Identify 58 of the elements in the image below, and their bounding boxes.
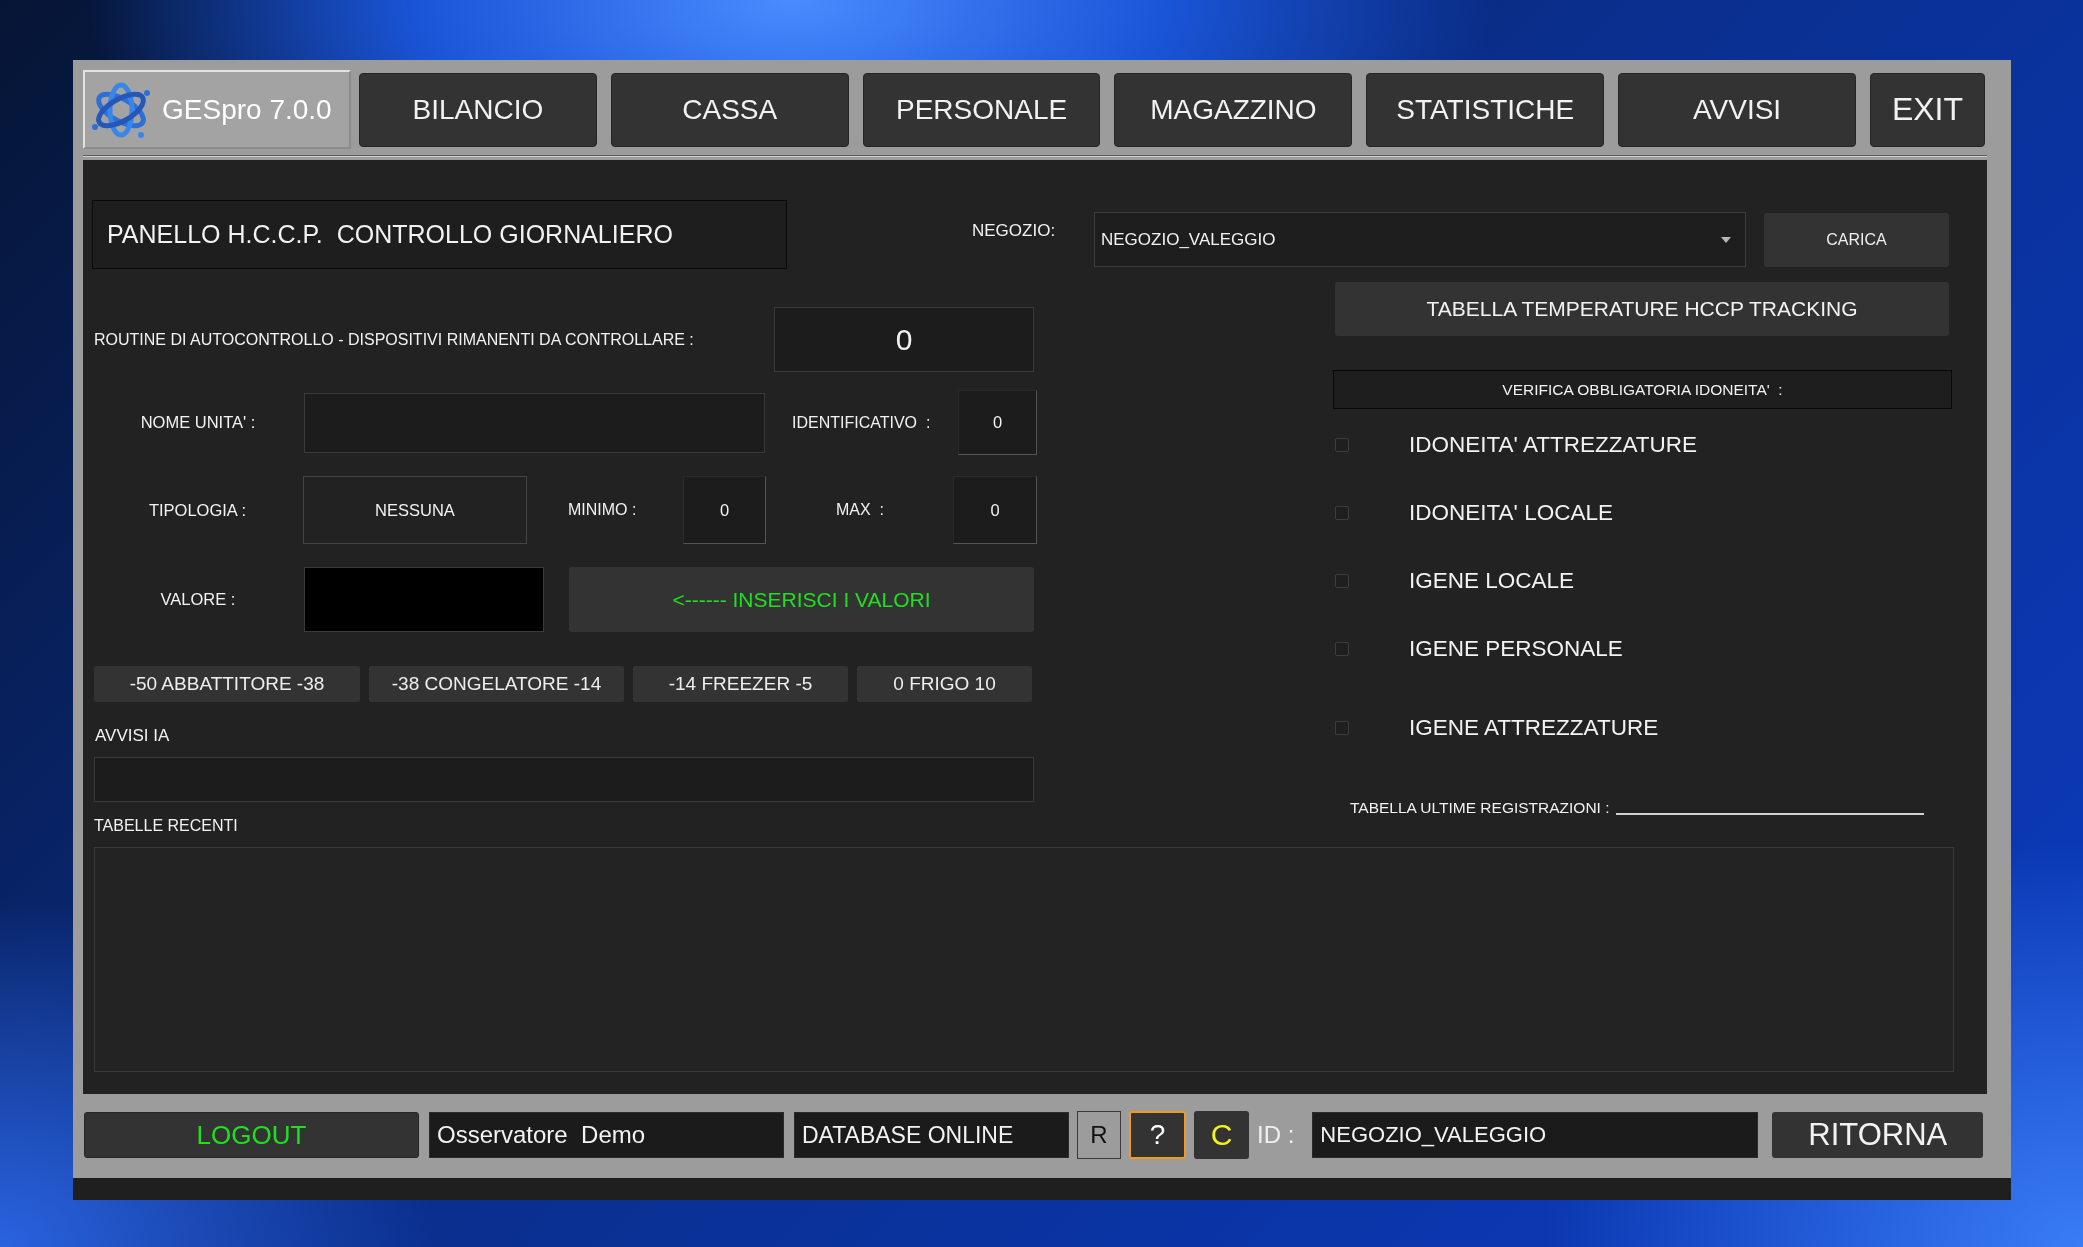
range-button[interactable]: 0 FRIGO 10: [857, 666, 1032, 702]
temperature-table-button[interactable]: TABELLA TEMPERATURE HCCP TRACKING: [1335, 282, 1949, 336]
checkbox-label: IGENE ATTREZZATURE: [1409, 715, 1659, 741]
range-button[interactable]: -14 FREEZER -5: [633, 666, 848, 702]
recent-tables-label: TABELLE RECENTI: [94, 816, 238, 836]
help-button[interactable]: ?: [1129, 1111, 1186, 1159]
database-status-field: DATABASE ONLINE: [794, 1112, 1069, 1158]
maximum-label: MAX :: [836, 501, 884, 519]
minimum-label: MINIMO :: [568, 501, 637, 519]
checkbox-label: IGENE LOCALE: [1409, 568, 1575, 594]
unit-name-label: NOME UNITA' :: [140, 413, 256, 432]
store-dropdown[interactable]: NEGOZIO_VALEGGIO: [1094, 212, 1746, 267]
logout-button[interactable]: LOGOUT: [84, 1112, 419, 1158]
menu-tab[interactable]: MAGAZZINO: [1114, 72, 1353, 147]
exit-button[interactable]: EXIT: [1869, 72, 1985, 147]
value-label: VALORE :: [160, 590, 236, 609]
fill-in-line[interactable]: [1615, 813, 1924, 815]
identifier-field[interactable]: 0: [958, 390, 1037, 455]
insert-values-button[interactable]: <------ INSERISCI I VALORI: [569, 567, 1034, 632]
ai-alerts-label: AVVISI IA: [95, 726, 170, 746]
range-button[interactable]: -50 ABBATTITORE -38: [94, 666, 360, 702]
checkbox-label: IDONEITA' LOCALE: [1409, 500, 1613, 526]
checkbox-label: IDONEITA' ATTREZZATURE: [1409, 432, 1698, 458]
checkbox[interactable]: [1335, 721, 1349, 735]
back-button[interactable]: RITORNA: [1772, 1112, 1984, 1158]
verification-header: VERIFICA OBBLIGATORIA IDONEITA' :: [1333, 370, 1952, 409]
unit-name-field[interactable]: [304, 392, 765, 453]
menu-tab[interactable]: CASSA: [610, 72, 849, 147]
store-label: NEGOZIO:: [972, 221, 1056, 241]
checkbox[interactable]: [1335, 438, 1349, 452]
maximum-field[interactable]: 0: [953, 476, 1037, 544]
identifier-label: IDENTIFICATIVO :: [792, 413, 931, 432]
value-field[interactable]: [304, 567, 544, 632]
user-field: Osservatore Demo: [429, 1112, 784, 1158]
menu-tab[interactable]: AVVISI: [1618, 72, 1856, 147]
menu-tab[interactable]: STATISTICHE: [1366, 72, 1605, 147]
panel-title: PANELLO H.C.C.P. CONTROLLO GIORNALIERO: [92, 200, 787, 269]
minimum-field[interactable]: 0: [683, 476, 766, 544]
load-button[interactable]: CARICA: [1764, 213, 1949, 267]
checkbox-label: IGENE PERSONALE: [1409, 636, 1623, 662]
id-label: ID :: [1257, 1121, 1295, 1149]
remaining-count-display: 0: [774, 307, 1034, 372]
routine-label: ROUTINE DI AUTOCONTROLLO - DISPOSITIVI RIMANENTI DA CONTROLLARE :: [94, 330, 694, 349]
type-field[interactable]: NESSUNA: [303, 476, 527, 544]
id-field: NEGOZIO_VALEGGIO: [1312, 1112, 1759, 1158]
app-title: GESpro 7.0.0: [162, 93, 332, 126]
checkbox[interactable]: [1335, 574, 1349, 588]
caret-icon: [1721, 236, 1731, 243]
range-button[interactable]: -38 CONGELATORE -14: [369, 666, 624, 702]
c-button[interactable]: C: [1194, 1111, 1249, 1159]
checkbox[interactable]: [1335, 506, 1349, 520]
ai-alerts-field[interactable]: [94, 757, 1034, 802]
menu-tab[interactable]: BILANCIO: [359, 72, 597, 147]
checkbox[interactable]: [1335, 642, 1349, 656]
type-label: TIPOLOGIA :: [148, 500, 247, 520]
r-button[interactable]: R: [1077, 1111, 1121, 1159]
last-records-label: TABELLA ULTIME REGISTRAZIONI :: [1350, 798, 1610, 818]
menu-tab[interactable]: PERSONALE: [862, 72, 1101, 147]
